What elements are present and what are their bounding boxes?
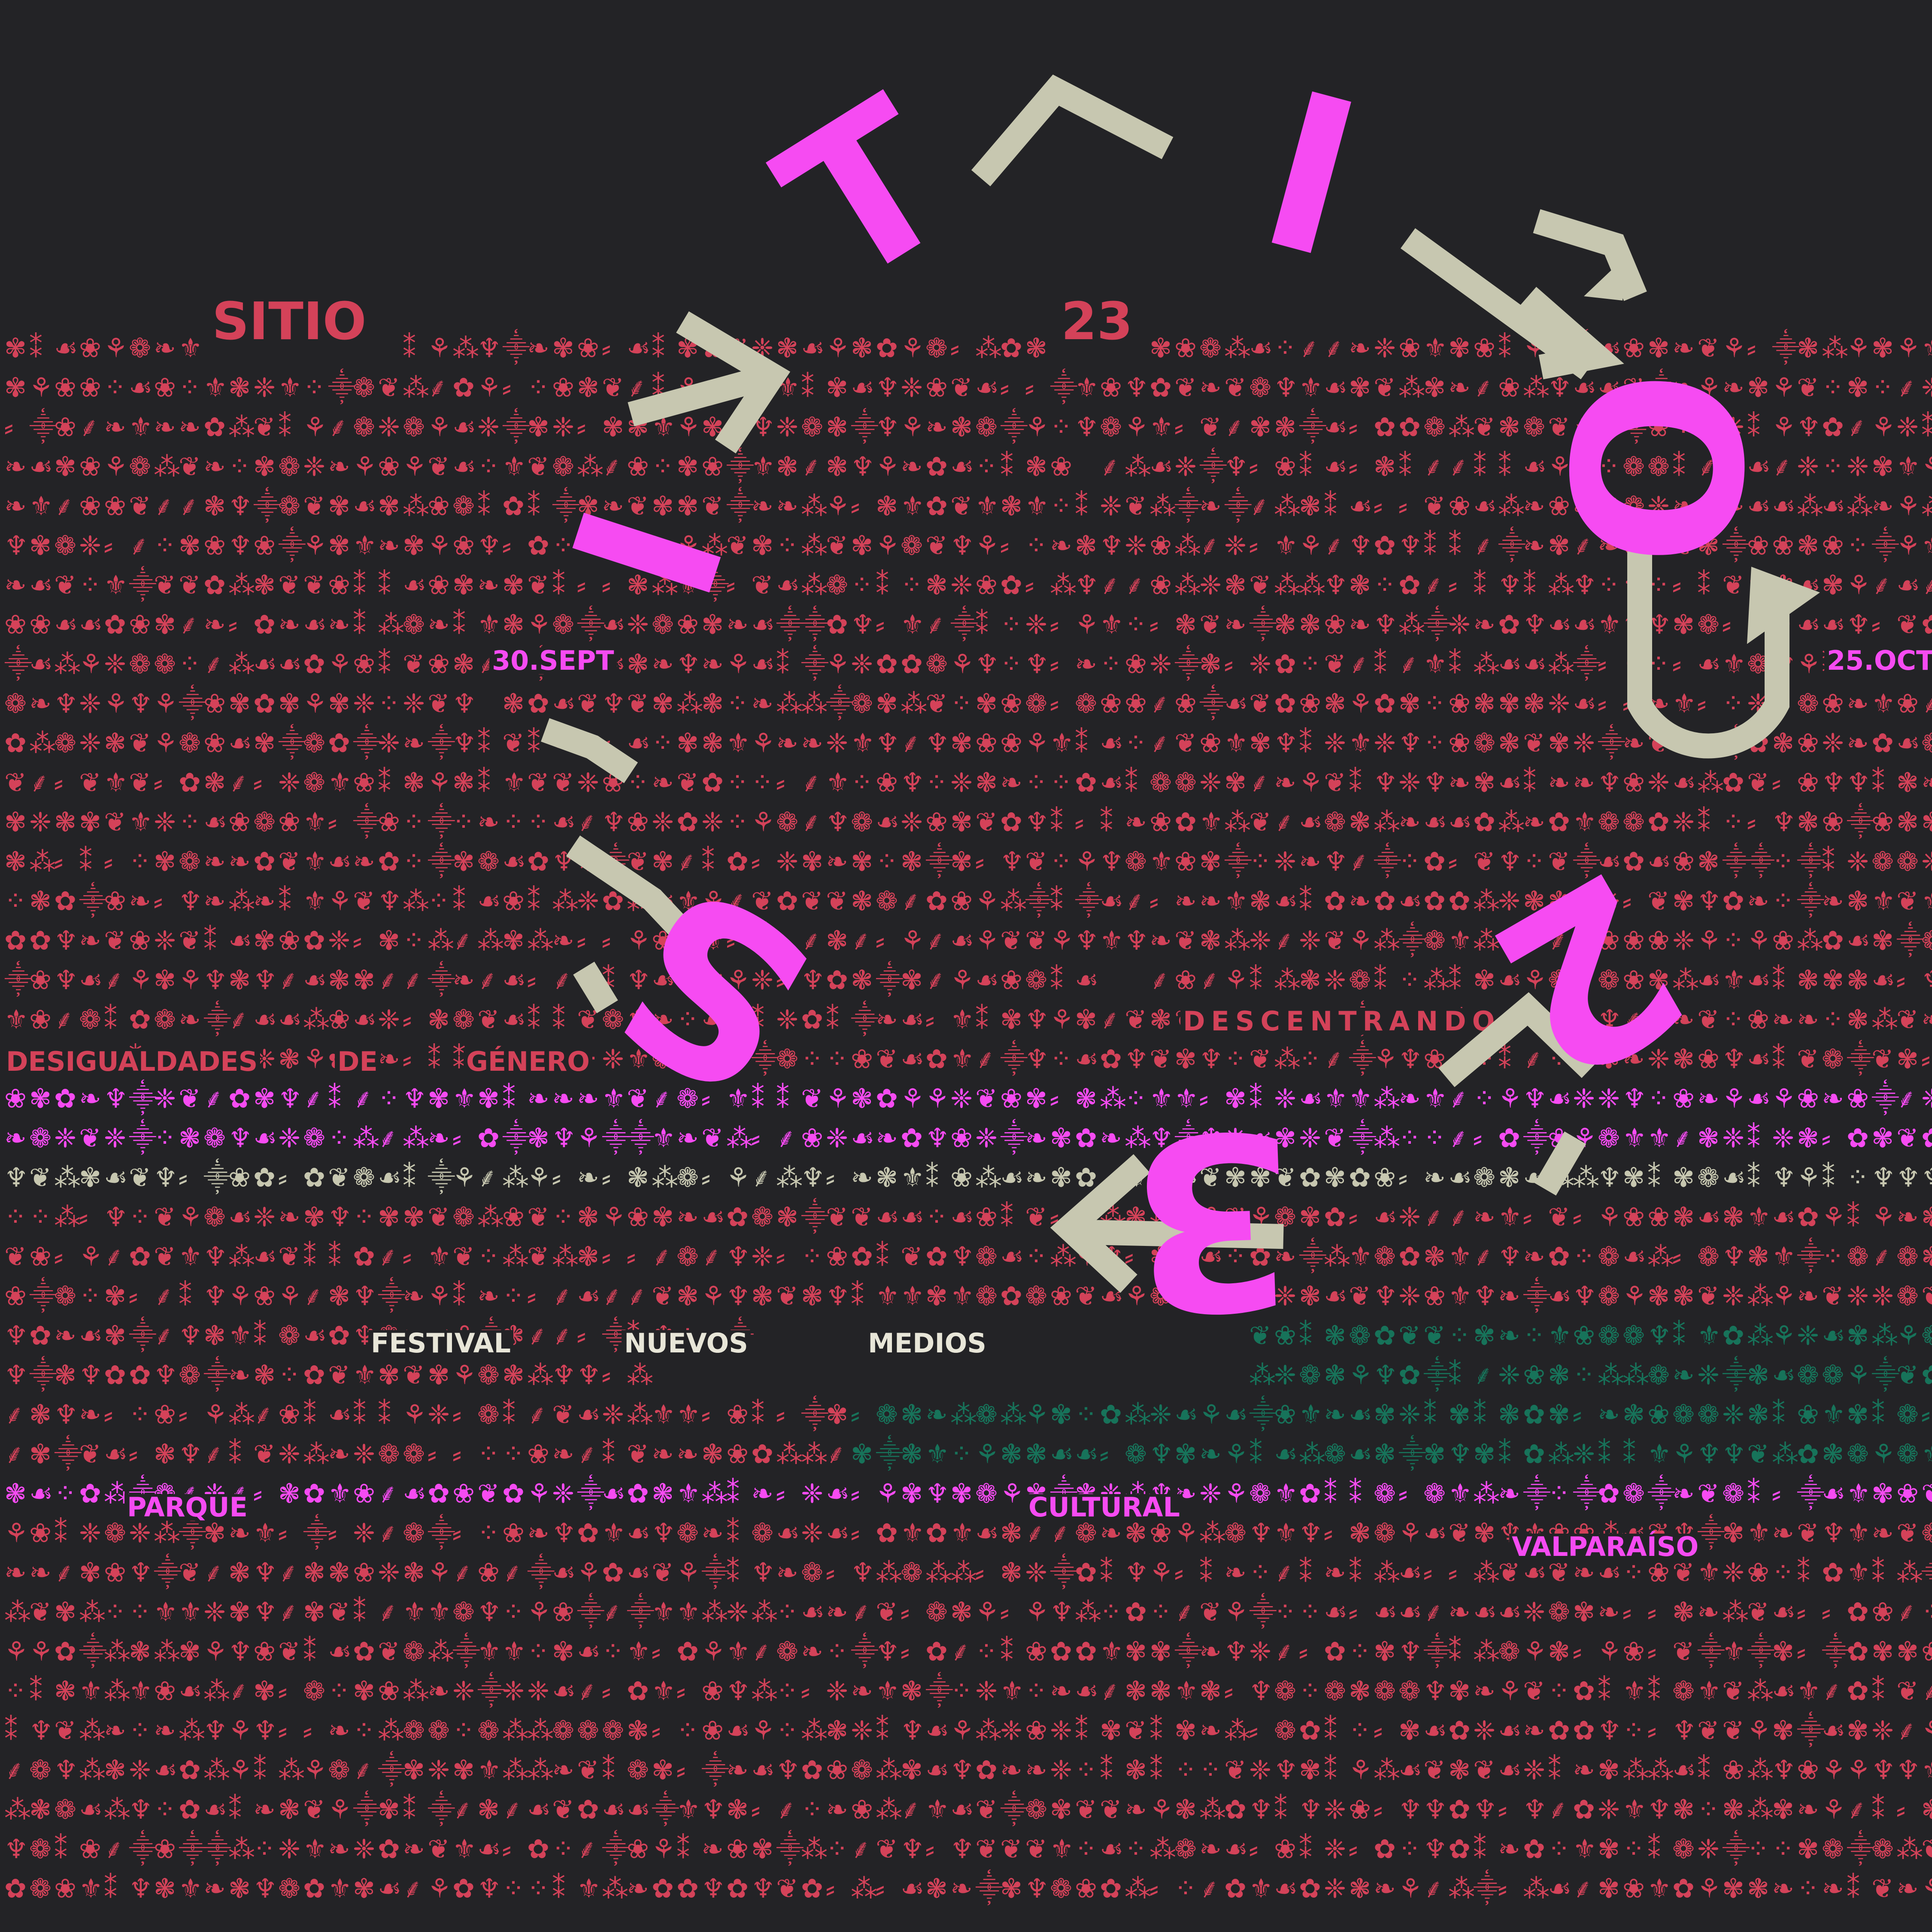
festival-poster: ✾ ⁑ ☙ ❀ ⚘ ❁ ❧ ⚜ ⁑ ⚘ ⁂ ♆ ⸎ ❧ ✾ ❀ ⸗ ☙ ⁑ ✾ ✿ ❦ ❈ ❃ ☙ ⚘ ❃ ✿ ⚘ ❁ ⸗ ⁂ ✿ ❃ ✾ ❀ ❁ ⁂ ☙ ⁘… xyxy=(0,0,1932,1932)
arrowhead-icon xyxy=(1584,255,1627,301)
circle-letter-3: 3 xyxy=(1124,1076,1301,1362)
caret-icon xyxy=(971,74,1174,186)
circle-letter-o: O xyxy=(1514,365,1791,571)
arrow-icon xyxy=(628,311,791,454)
